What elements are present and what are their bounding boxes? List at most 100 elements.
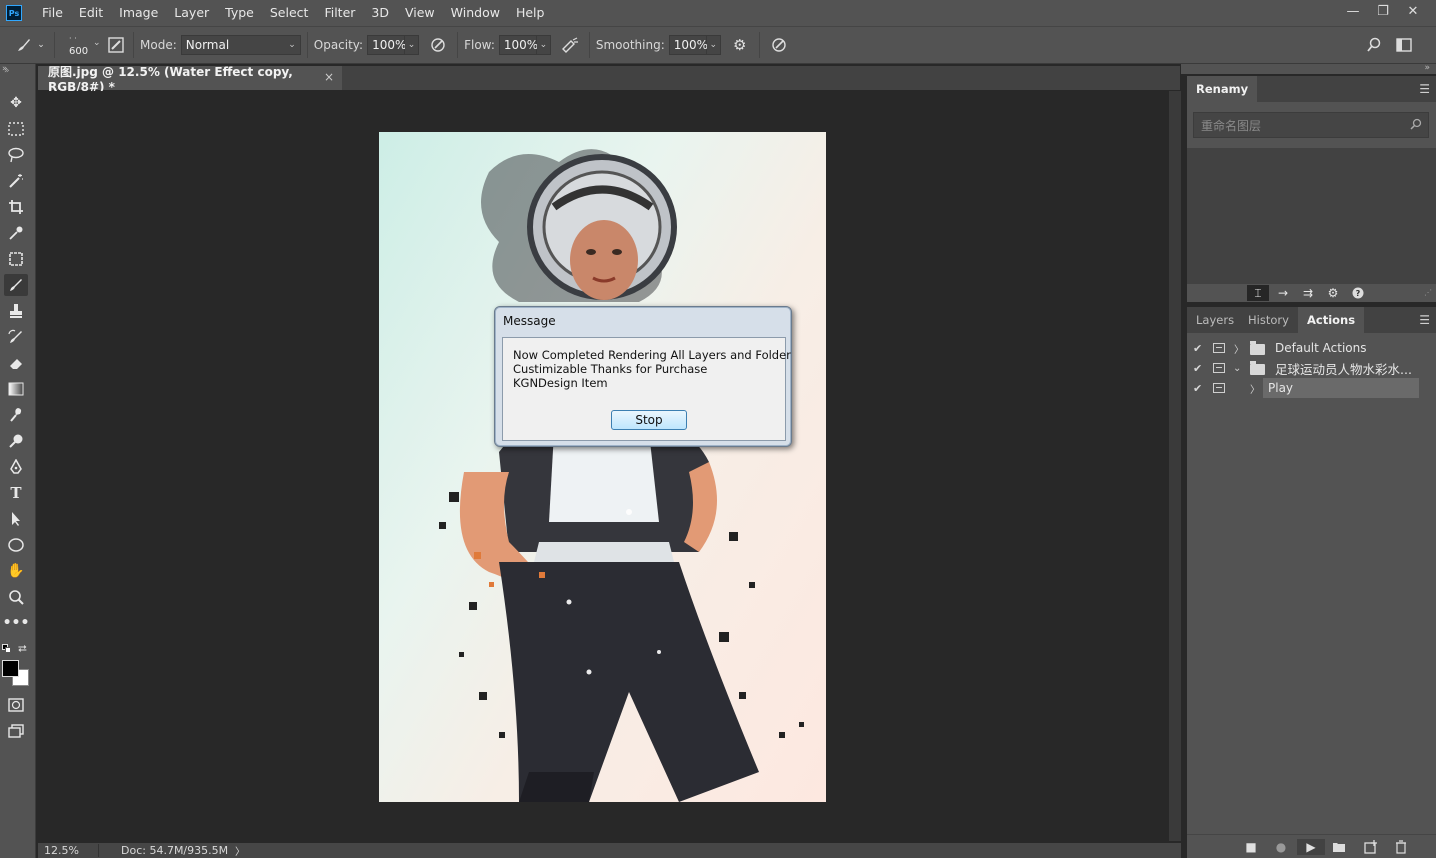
swap-colors-icon[interactable]: ⮂ (18, 642, 27, 656)
menu-type[interactable]: Type (217, 0, 262, 26)
flow-dropdown[interactable]: ⌄ (536, 35, 551, 55)
lasso-icon[interactable] (4, 144, 28, 166)
minimize-button[interactable]: — (1338, 0, 1368, 22)
vertical-scrollbar[interactable] (1169, 91, 1181, 841)
smoothing-input[interactable]: 100% (668, 35, 708, 55)
chevron-right-icon[interactable]: 〉 (1234, 341, 1244, 356)
action-row[interactable]: ✔ 〉 Play (1187, 378, 1436, 398)
stop-button[interactable]: Stop (611, 410, 687, 430)
new-action-icon[interactable] (1361, 839, 1381, 855)
history-brush-icon[interactable] (4, 326, 28, 348)
chevron-right-icon[interactable]: 〉 (1250, 381, 1260, 396)
brush-icon[interactable] (4, 274, 28, 296)
close-icon[interactable]: × (324, 70, 334, 84)
search-icon[interactable] (1364, 35, 1384, 55)
document-image[interactable] (379, 132, 826, 802)
menu-edit[interactable]: Edit (71, 0, 111, 26)
resize-grip-icon[interactable]: ⋰ (1424, 288, 1432, 297)
type-icon[interactable]: T (4, 482, 28, 504)
chevron-down-icon[interactable]: ⌄ (34, 40, 48, 50)
toggle-item-check-icon[interactable]: ✔ (1193, 362, 1205, 375)
menu-image[interactable]: Image (111, 0, 166, 26)
move-icon[interactable]: ✥ (4, 92, 28, 114)
stamp-icon[interactable] (4, 300, 28, 322)
action-set-row[interactable]: ✔ ⌄ 足球运动员人物水彩水... (1187, 358, 1436, 378)
record-icon[interactable]: ● (1271, 839, 1291, 855)
menu-select[interactable]: Select (262, 0, 317, 26)
mode-select[interactable]: Normal ⌄ (180, 35, 301, 55)
more-tools-icon[interactable]: ••• (3, 612, 30, 634)
menu-filter[interactable]: Filter (316, 0, 363, 26)
renamy-search-input[interactable]: 重命名图层 (1193, 112, 1429, 138)
tab-layers[interactable]: Layers (1187, 307, 1243, 333)
menu-file[interactable]: File (34, 0, 71, 26)
menu-help[interactable]: Help (508, 0, 553, 26)
trash-icon[interactable] (1391, 839, 1411, 855)
toggle-item-check-icon[interactable]: ✔ (1193, 382, 1205, 395)
new-set-folder-icon[interactable] (1329, 839, 1349, 855)
opacity-dropdown[interactable]: ⌄ (405, 35, 420, 55)
window-controls: — ❐ ✕ (1338, 0, 1428, 22)
arrow-right-icon[interactable]: → (1272, 285, 1294, 301)
airbrush-icon[interactable] (557, 37, 583, 53)
action-set-row[interactable]: ✔ 〉 Default Actions (1187, 338, 1436, 358)
smoothing-dropdown[interactable]: ⌄ (706, 35, 721, 55)
ellipse-icon[interactable] (4, 534, 28, 556)
zoom-level[interactable]: 12.5% (38, 844, 98, 857)
help-icon[interactable]: ? (1347, 285, 1369, 301)
foreground-color-swatch[interactable] (2, 660, 19, 677)
document-tab[interactable]: 原图.jpg @ 12.5% (Water Effect copy, RGB/8… (38, 65, 342, 94)
marquee-icon[interactable] (4, 118, 28, 140)
close-window-button[interactable]: ✕ (1398, 0, 1428, 22)
menu-3d[interactable]: 3D (363, 0, 397, 26)
flow-input[interactable]: 100% (498, 35, 538, 55)
brush-settings-icon[interactable] (105, 34, 127, 56)
search-icon[interactable] (1410, 118, 1422, 133)
dodge-icon[interactable] (4, 430, 28, 452)
screen-mode-icon[interactable] (4, 720, 28, 742)
status-menu-arrow[interactable]: 〉 (235, 843, 245, 858)
stop-recording-icon[interactable]: ■ (1241, 839, 1261, 855)
smudge-icon[interactable] (4, 404, 28, 426)
zoom-icon[interactable] (4, 586, 28, 608)
tab-actions[interactable]: Actions (1298, 307, 1365, 333)
opacity-input[interactable]: 100% (367, 35, 406, 55)
workspace-icon[interactable] (1394, 35, 1414, 55)
panel-collapse-right-icon[interactable]: » (1424, 63, 1430, 73)
default-colors-icon[interactable] (2, 644, 12, 654)
frame-icon[interactable] (4, 248, 28, 270)
gear-icon[interactable]: ⚙ (1322, 285, 1344, 301)
menu-window[interactable]: Window (443, 0, 508, 26)
dialog-toggle-icon[interactable] (1213, 343, 1225, 353)
tab-history[interactable]: History (1239, 307, 1298, 333)
eyedropper-icon[interactable] (4, 222, 28, 244)
brush-size-picker[interactable]: · · 600 ⌄ (61, 30, 101, 60)
panel-menu-icon[interactable]: ☰ (1419, 313, 1430, 327)
double-arrow-icon[interactable]: ⇉ (1297, 285, 1319, 301)
dialog-toggle-icon[interactable] (1213, 383, 1225, 393)
menu-layer[interactable]: Layer (166, 0, 217, 26)
gear-icon[interactable]: ⚙ (727, 36, 753, 54)
crop-icon[interactable] (4, 196, 28, 218)
folder-icon (1250, 341, 1265, 355)
chevron-down-icon[interactable]: ⌄ (1233, 363, 1241, 374)
tab-renamy[interactable]: Renamy (1187, 76, 1258, 102)
path-select-icon[interactable] (4, 508, 28, 530)
hand-icon[interactable]: ✋ (4, 560, 28, 582)
rename-icon[interactable]: ⌶ (1247, 285, 1269, 301)
dialog-toggle-icon[interactable] (1213, 363, 1225, 373)
pen-icon[interactable] (4, 456, 28, 478)
pressure-opacity-icon[interactable] (425, 37, 451, 53)
magic-wand-icon[interactable] (4, 170, 28, 192)
restore-button[interactable]: ❐ (1368, 0, 1398, 22)
eraser-icon[interactable] (4, 352, 28, 374)
gradient-icon[interactable] (4, 378, 28, 400)
pressure-size-icon[interactable] (766, 37, 792, 53)
menu-view[interactable]: View (397, 0, 443, 26)
play-icon[interactable]: ▶ (1297, 839, 1325, 855)
panel-collapse-left-icon[interactable]: » (4, 66, 10, 76)
quick-mask-icon[interactable] (4, 694, 28, 716)
panel-menu-icon[interactable]: ☰ (1419, 82, 1430, 96)
brush-preset-icon[interactable] (14, 33, 34, 57)
toggle-item-check-icon[interactable]: ✔ (1193, 342, 1205, 355)
